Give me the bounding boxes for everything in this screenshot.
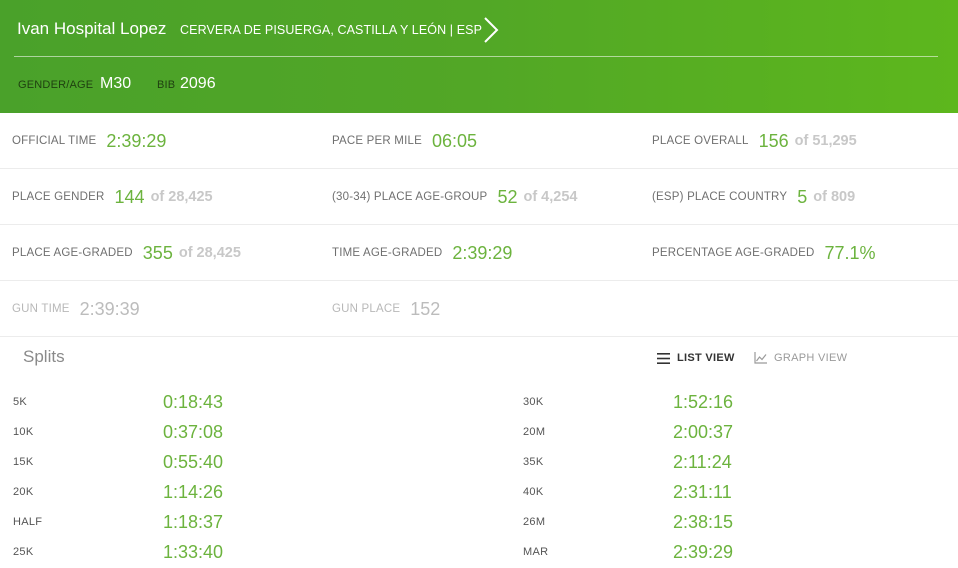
stat-place-overall: PLACE OVERALL 156 of 51,295 [652, 113, 857, 169]
gender-age-label: GENDER/AGE [18, 79, 94, 91]
stat-place-age-graded: PLACE AGE-GRADED 355 of 28,425 [12, 225, 241, 281]
split-time: 1:52:16 [673, 391, 734, 412]
bib-value: 2096 [180, 75, 216, 92]
stat-place-country: (ESP) PLACE COUNTRY 5 of 809 [652, 169, 855, 225]
split-time: 1:18:37 [163, 511, 224, 532]
list-view-label: LIST VIEW [677, 352, 735, 364]
stat-label: GUN PLACE [332, 303, 401, 315]
stat-label: OFFICIAL TIME [12, 135, 97, 147]
stat-label: PLACE OVERALL [652, 135, 749, 147]
runner-location: CERVERA DE PISUERGA, CASTILLA Y LEÓN | E… [180, 23, 483, 37]
split-label: 5K [13, 396, 28, 408]
stat-label: PERCENTAGE AGE-GRADED [652, 247, 815, 259]
stat-official-time: OFFICIAL TIME 2:39:29 [12, 113, 166, 169]
stat-value: 06:05 [431, 130, 477, 151]
split-label: 40K [523, 486, 544, 498]
split-time: 2:39:29 [673, 541, 734, 562]
graph-view-button[interactable]: GRAPH VIEW [754, 352, 847, 364]
split-time: 1:14:26 [163, 481, 224, 502]
stat-value: 52 [497, 186, 518, 207]
split-label: 35K [523, 456, 544, 468]
stat-total: of 28,425 [150, 189, 213, 205]
split-time: 2:31:11 [673, 481, 732, 502]
stat-value: 156 [758, 130, 789, 151]
stat-total: of 28,425 [178, 245, 241, 261]
stats-row: GUN TIME 2:39:39 GUN PLACE 152 [0, 281, 958, 337]
stat-value: 5 [797, 186, 808, 207]
list-icon [657, 352, 670, 364]
stat-gun-place: GUN PLACE 152 [332, 281, 440, 337]
stat-label: PLACE GENDER [12, 191, 105, 203]
stats-row: OFFICIAL TIME 2:39:29 PACE PER MILE 06:0… [0, 113, 958, 169]
stat-total: of 51,295 [794, 133, 857, 149]
stat-label: (30-34) PLACE AGE-GROUP [332, 191, 488, 203]
split-time: 2:11:24 [673, 451, 732, 472]
split-label: 10K [13, 426, 34, 438]
stat-value: 2:39:29 [452, 242, 513, 263]
split-label: 20M [523, 426, 546, 438]
line-chart-icon [754, 352, 767, 364]
stat-label: (ESP) PLACE COUNTRY [652, 191, 788, 203]
bib-label: BIB [157, 79, 176, 91]
stats-grid: OFFICIAL TIME 2:39:29 PACE PER MILE 06:0… [0, 113, 958, 337]
split-time: 0:55:40 [163, 451, 224, 472]
split-label: 30K [523, 396, 544, 408]
stats-row: PLACE AGE-GRADED 355 of 28,425 TIME AGE-… [0, 225, 958, 281]
split-label: 25K [13, 546, 34, 558]
stat-label: TIME AGE-GRADED [332, 247, 443, 259]
splits-title: Splits [23, 347, 65, 366]
split-time: 1:33:40 [163, 541, 224, 562]
list-view-button[interactable]: LIST VIEW [657, 352, 735, 364]
stat-label: GUN TIME [12, 303, 70, 315]
stat-label: PACE PER MILE [332, 135, 422, 147]
stat-pace-per-mile: PACE PER MILE 06:05 [332, 113, 477, 169]
runner-header: Ivan Hospital Lopez CERVERA DE PISUERGA,… [0, 0, 958, 113]
stat-percentage-age-graded: PERCENTAGE AGE-GRADED 77.1% [652, 225, 876, 281]
split-time: 0:18:43 [163, 391, 224, 412]
graph-view-label: GRAPH VIEW [774, 352, 848, 364]
gender-age-value: M30 [100, 75, 132, 92]
stat-time-age-graded: TIME AGE-GRADED 2:39:29 [332, 225, 512, 281]
stats-row: PLACE GENDER 144 of 28,425 (30-34) PLACE… [0, 169, 958, 225]
stat-total: of 4,254 [523, 189, 578, 205]
chevron-right-icon[interactable] [481, 16, 503, 44]
stat-gun-time: GUN TIME 2:39:39 [12, 281, 140, 337]
split-time: 0:37:08 [163, 421, 224, 442]
split-time: 2:00:37 [673, 421, 734, 442]
split-label: 15K [13, 456, 34, 468]
runner-name: Ivan Hospital Lopez [17, 19, 167, 38]
stat-label: PLACE AGE-GRADED [12, 247, 133, 259]
stat-value: 77.1% [824, 242, 876, 263]
header-divider [14, 56, 938, 57]
split-label: 26M [523, 516, 546, 528]
split-label: 20K [13, 486, 34, 498]
split-label: HALF [13, 516, 43, 528]
split-time: 2:38:15 [673, 511, 734, 532]
stat-value: 2:39:29 [106, 130, 167, 151]
stat-value: 355 [142, 242, 173, 263]
split-label: MAR [523, 546, 549, 558]
stat-value: 144 [114, 186, 145, 207]
stat-value: 152 [410, 298, 441, 319]
stat-total: of 809 [813, 189, 856, 205]
stat-place-gender: PLACE GENDER 144 of 28,425 [12, 169, 213, 225]
stat-value: 2:39:39 [79, 298, 140, 319]
stat-place-age-group: (30-34) PLACE AGE-GROUP 52 of 4,254 [332, 169, 577, 225]
